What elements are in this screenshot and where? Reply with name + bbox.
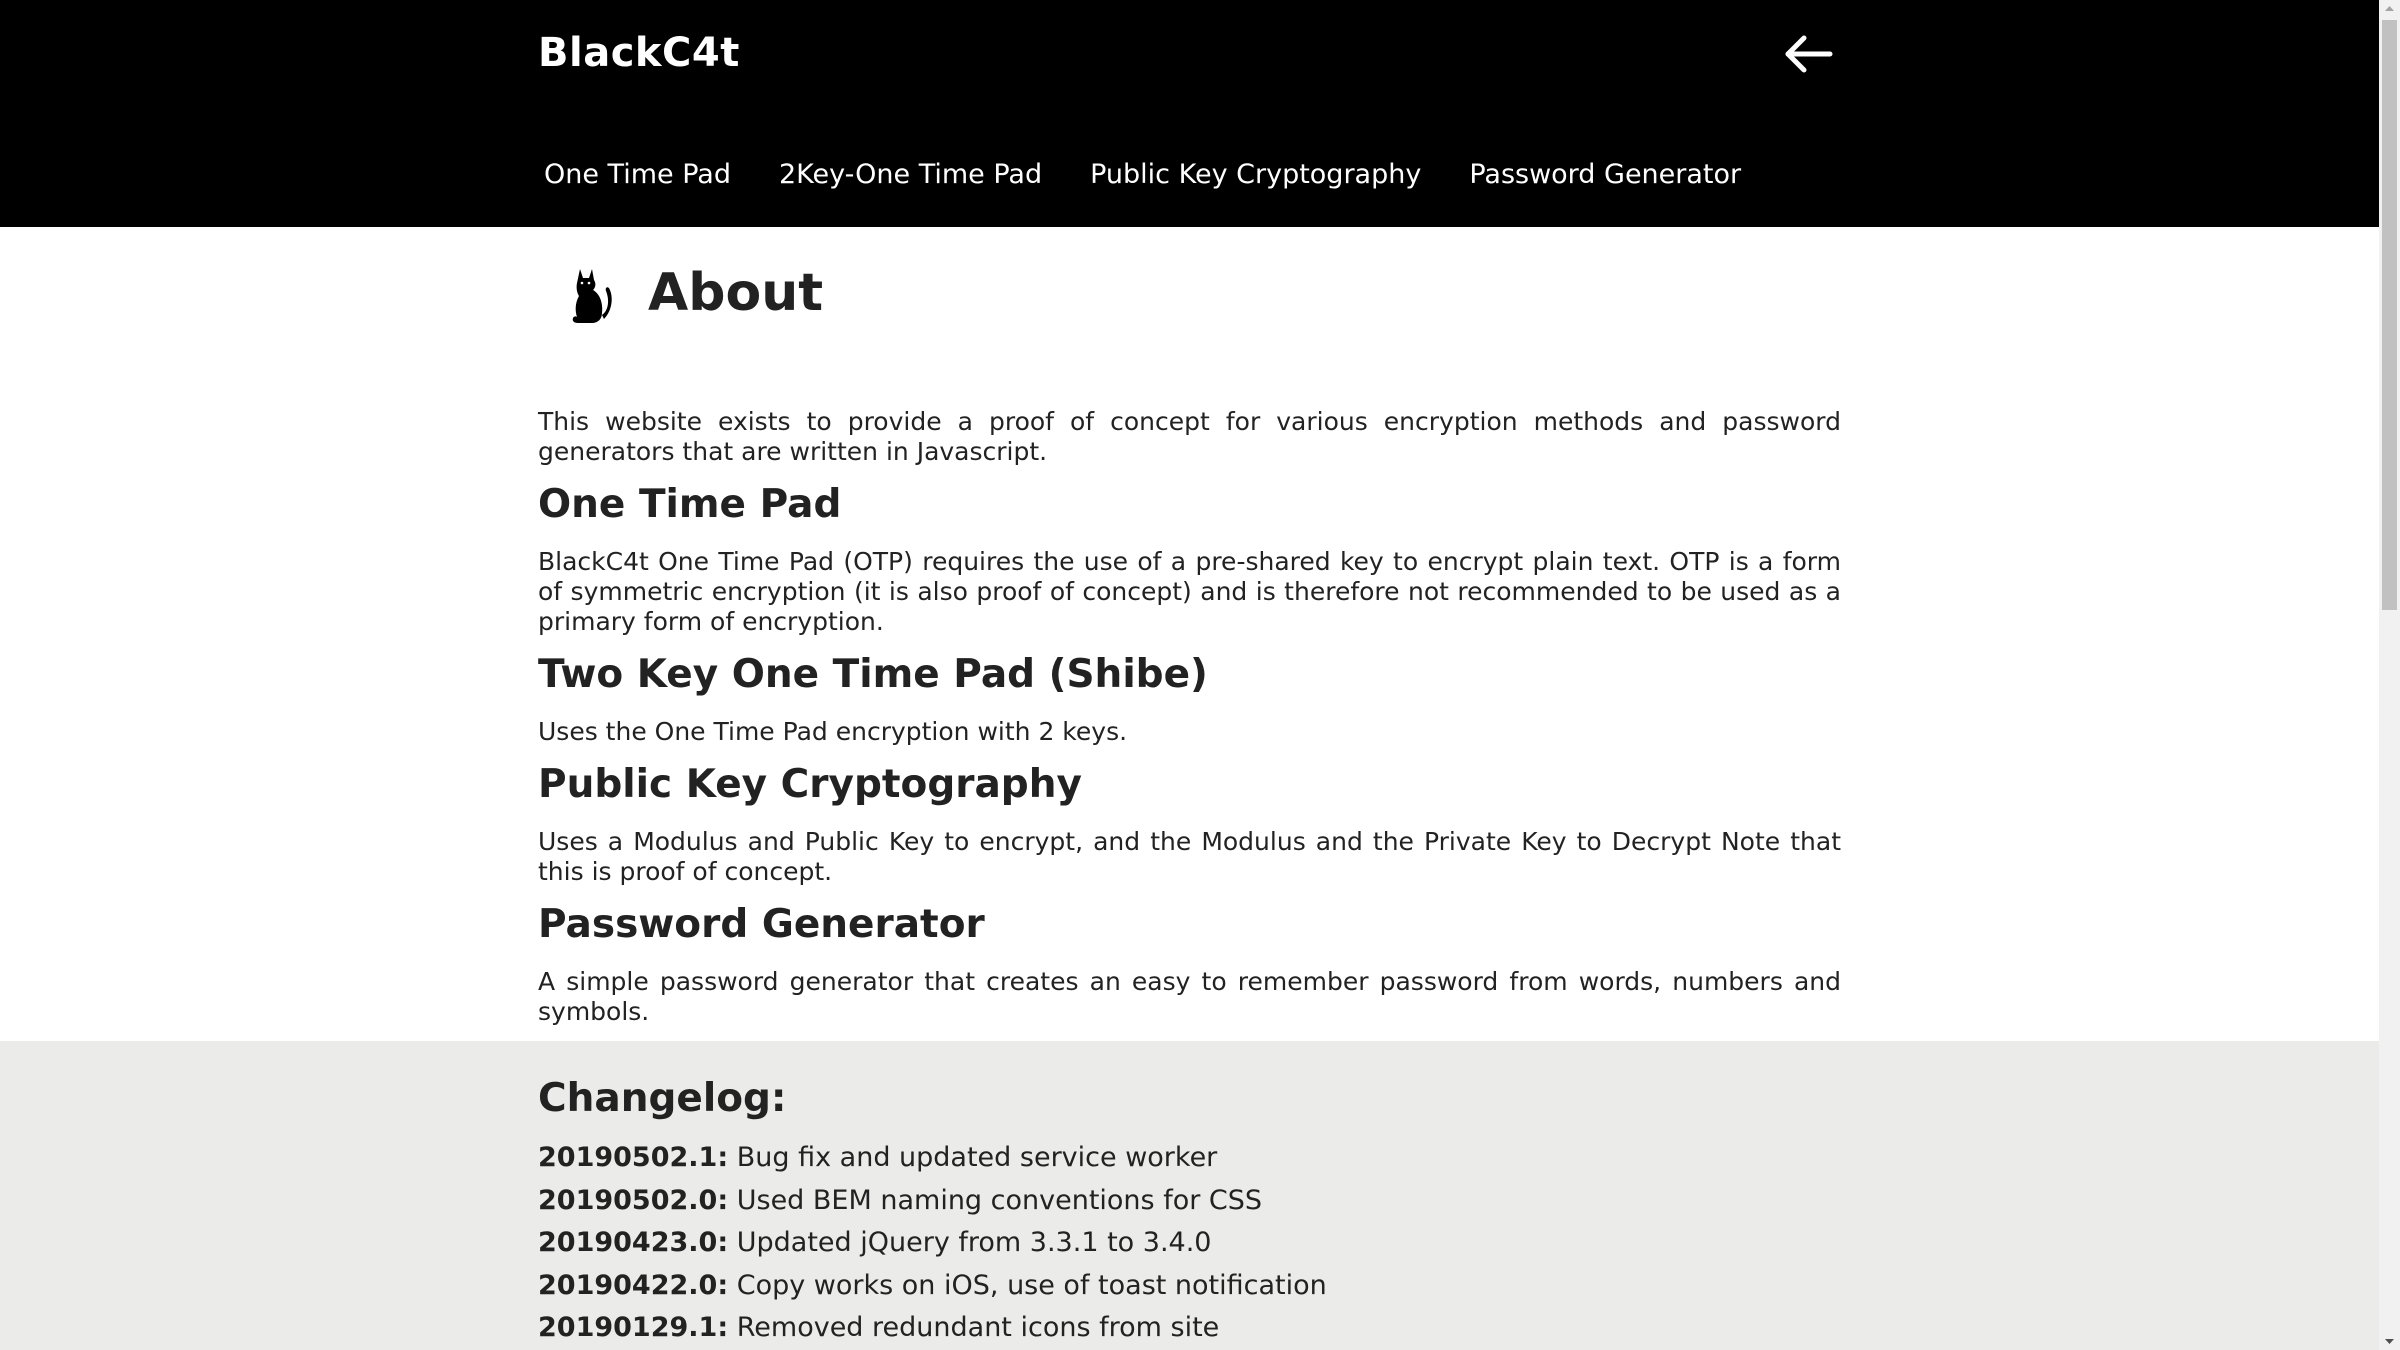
changelog-text: Removed redundant icons from site <box>736 1312 1220 1343</box>
changelog-version: 20190502.0: <box>538 1184 729 1216</box>
changelog-version: 20190502.1: <box>538 1142 729 1173</box>
changelog-entry: 20190129.1: Removed redundant icons from… <box>538 1307 1327 1350</box>
changelog-version: 20190422.0: <box>538 1269 729 1301</box>
section-heading: Two Key One Time Pad (Shibe) <box>538 652 1208 697</box>
section-heading: One Time Pad <box>538 482 842 527</box>
changelog-entry: 20190422.0: Copy works on iOS, use of to… <box>538 1265 1327 1308</box>
changelog-version: 20190129.1: <box>538 1312 729 1343</box>
site-header: BlackC4t One Time Pad 2Key-One Time Pad … <box>0 0 2379 227</box>
section-text: BlackC4t One Time Pad (OTP) requires the… <box>538 547 1841 636</box>
changelog-text: Bug fix and updated service worker <box>736 1142 1218 1173</box>
changelog-entry: 20190502.0: Used BEM naming conventions … <box>538 1180 1327 1223</box>
page-title: About <box>648 263 824 323</box>
section-heading: Password Generator <box>538 902 985 947</box>
changelog-title: Changelog: <box>538 1076 787 1121</box>
section-password-generator: Password Generator A simple password gen… <box>538 901 1841 1027</box>
nav-one-time-pad[interactable]: One Time Pad <box>538 155 737 194</box>
section-text: Uses the One Time Pad encryption with 2 … <box>538 717 1128 746</box>
cat-icon <box>572 269 612 323</box>
section-public-key-cryptography: Public Key Cryptography Uses a Modulus a… <box>538 761 1841 887</box>
nav-password-generator[interactable]: Password Generator <box>1463 155 1747 194</box>
arrow-left-icon <box>1785 35 1833 73</box>
changelog-version: 20190423.0: <box>538 1227 729 1258</box>
nav-public-key-cryptography[interactable]: Public Key Cryptography <box>1084 155 1427 194</box>
page: BlackC4t One Time Pad 2Key-One Time Pad … <box>0 0 2379 1350</box>
changelog-text: Copy works on iOS, use of toast notifica… <box>736 1269 1327 1301</box>
changelog-entry: 20190502.1: Bug fix and updated service … <box>538 1137 1327 1180</box>
intro-block: This website exists to provide a proof o… <box>538 407 1841 467</box>
intro-text: This website exists to provide a proof o… <box>538 407 1841 466</box>
scroll-up-arrow-icon[interactable] <box>2379 0 2400 18</box>
nav-2key-one-time-pad[interactable]: 2Key-One Time Pad <box>773 155 1048 194</box>
changelog-section: Changelog: 20190502.1: Bug fix and updat… <box>0 1041 2379 1350</box>
section-heading: Public Key Cryptography <box>538 762 1082 807</box>
section-text: Uses a Modulus and Public Key to encrypt… <box>538 827 1841 886</box>
changelog-entry: 20190423.0: Updated jQuery from 3.3.1 to… <box>538 1222 1327 1265</box>
scroll-down-arrow-icon[interactable] <box>2379 1332 2400 1350</box>
section-two-key-one-time-pad: Two Key One Time Pad (Shibe) Uses the On… <box>538 651 1841 747</box>
brand-title[interactable]: BlackC4t <box>538 30 740 76</box>
section-one-time-pad: One Time Pad BlackC4t One Time Pad (OTP)… <box>538 481 1841 637</box>
back-button[interactable] <box>1782 28 1834 80</box>
changelog-text: Updated jQuery from 3.3.1 to 3.4.0 <box>736 1227 1212 1258</box>
section-text: A simple password generator that creates… <box>538 967 1841 1026</box>
main-nav: One Time Pad 2Key-One Time Pad Public Ke… <box>538 155 1783 194</box>
scrollbar-thumb[interactable] <box>2382 20 2397 610</box>
vertical-scrollbar[interactable] <box>2379 0 2400 1350</box>
changelog-inner: Changelog: 20190502.1: Bug fix and updat… <box>538 1073 1327 1350</box>
title-row: About <box>538 227 1841 359</box>
main-content: About This website exists to provide a p… <box>538 227 1841 1027</box>
changelog-text: Used BEM naming conventions for CSS <box>736 1184 1263 1216</box>
